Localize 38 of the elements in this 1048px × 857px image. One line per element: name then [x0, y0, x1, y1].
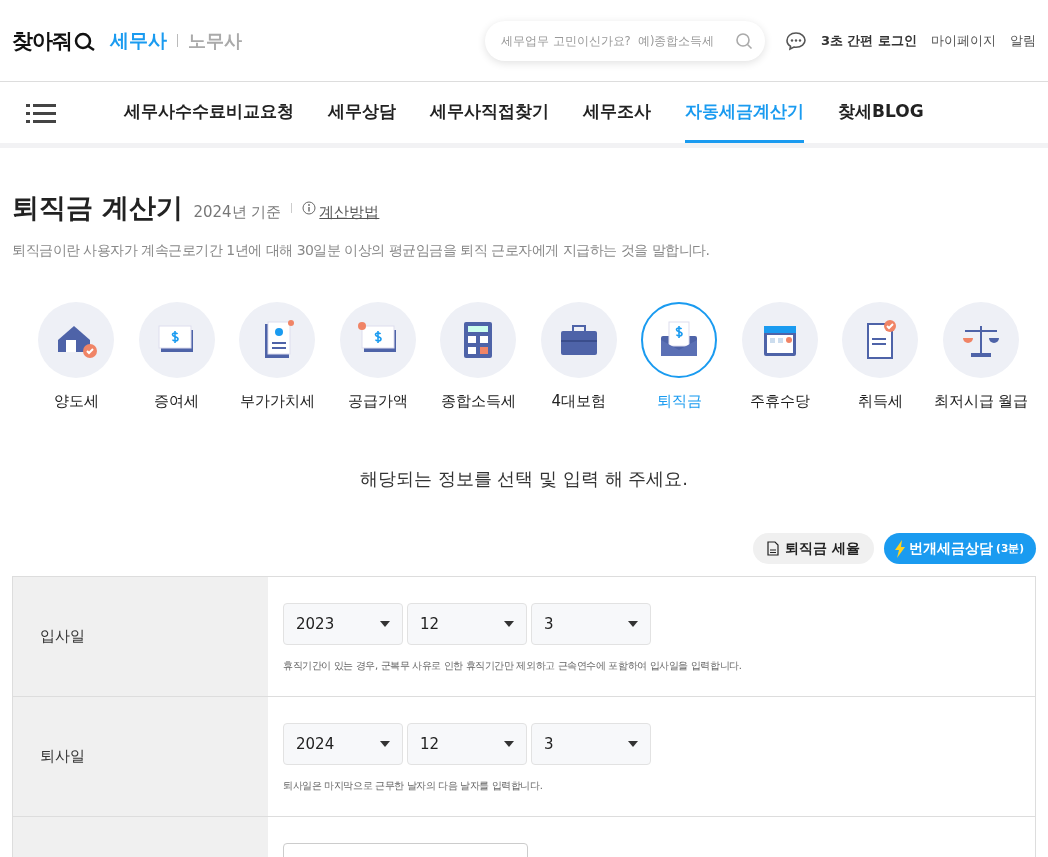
dropdown-arrow-icon	[380, 621, 390, 627]
document-icon	[767, 541, 780, 556]
instruction-text: 해당되는 정보를 선택 및 입력 해 주세요.	[358, 467, 690, 491]
basis-year: 2024년 기준	[193, 203, 282, 222]
description: 퇴직금이란 사용자가 계속근로기간 1년에 대해 30일분 이상의 평균임금을 퇴직 근로자에게 지급하는 것을 말합니다.	[12, 242, 711, 260]
tax-rate-button[interactable]: 퇴직금 세율	[753, 533, 875, 564]
alerts-link[interactable]: 알림	[1010, 31, 1036, 50]
nav-tab[interactable]: 세무사수수료비교요청	[124, 82, 294, 143]
date-select[interactable]: 2024	[283, 723, 403, 765]
dropdown-arrow-icon	[628, 621, 638, 627]
hint-text: 퇴사일은 마지막으로 근무한 날자의 다음 날자를 입력합니다.	[283, 779, 544, 793]
date-select[interactable]: 3	[531, 603, 651, 645]
nav-tab[interactable]: 세무조사	[583, 82, 651, 143]
date-select[interactable]: 3	[531, 723, 651, 765]
search-field[interactable]: 세무업무 고민이신가요? 예)종합소득세	[484, 20, 765, 61]
hint-text: 휴직기간이 있는 경우, 군복무 사유로 인한 휴직기간만 제외하고 근속연수에 포함하여 입사일을 입력합니다.	[283, 659, 743, 673]
method-link[interactable]: 계산방법	[319, 203, 380, 222]
lightning-icon	[894, 539, 907, 558]
date-select[interactable]: 12	[407, 723, 527, 765]
mypage-link[interactable]: 마이페이지	[931, 31, 996, 50]
date-select[interactable]: 12	[407, 603, 527, 645]
row-label: 입사일	[13, 577, 268, 696]
dropdown-arrow-icon	[504, 621, 514, 627]
info-icon	[302, 201, 317, 215]
page-title: 퇴직금 계산기	[12, 191, 184, 225]
nav-tab[interactable]: 세무상담	[328, 82, 396, 143]
date-select[interactable]: 2023	[283, 603, 403, 645]
row-label: 퇴사일	[13, 697, 268, 816]
chat-icon[interactable]	[784, 30, 807, 51]
login-link[interactable]: 3초 간편 로그인	[820, 31, 917, 50]
nav-tab[interactable]: 세무사직접찾기	[430, 82, 549, 143]
logo[interactable]: 찾아줘	[12, 26, 72, 55]
menu-icon[interactable]	[26, 101, 56, 124]
dropdown-arrow-icon	[628, 741, 638, 747]
nav-tab[interactable]: 찾세BLOG	[838, 82, 924, 143]
dropdown-arrow-icon	[504, 741, 514, 747]
dropdown-arrow-icon	[380, 741, 390, 747]
magnifier-logo-icon	[74, 30, 96, 51]
